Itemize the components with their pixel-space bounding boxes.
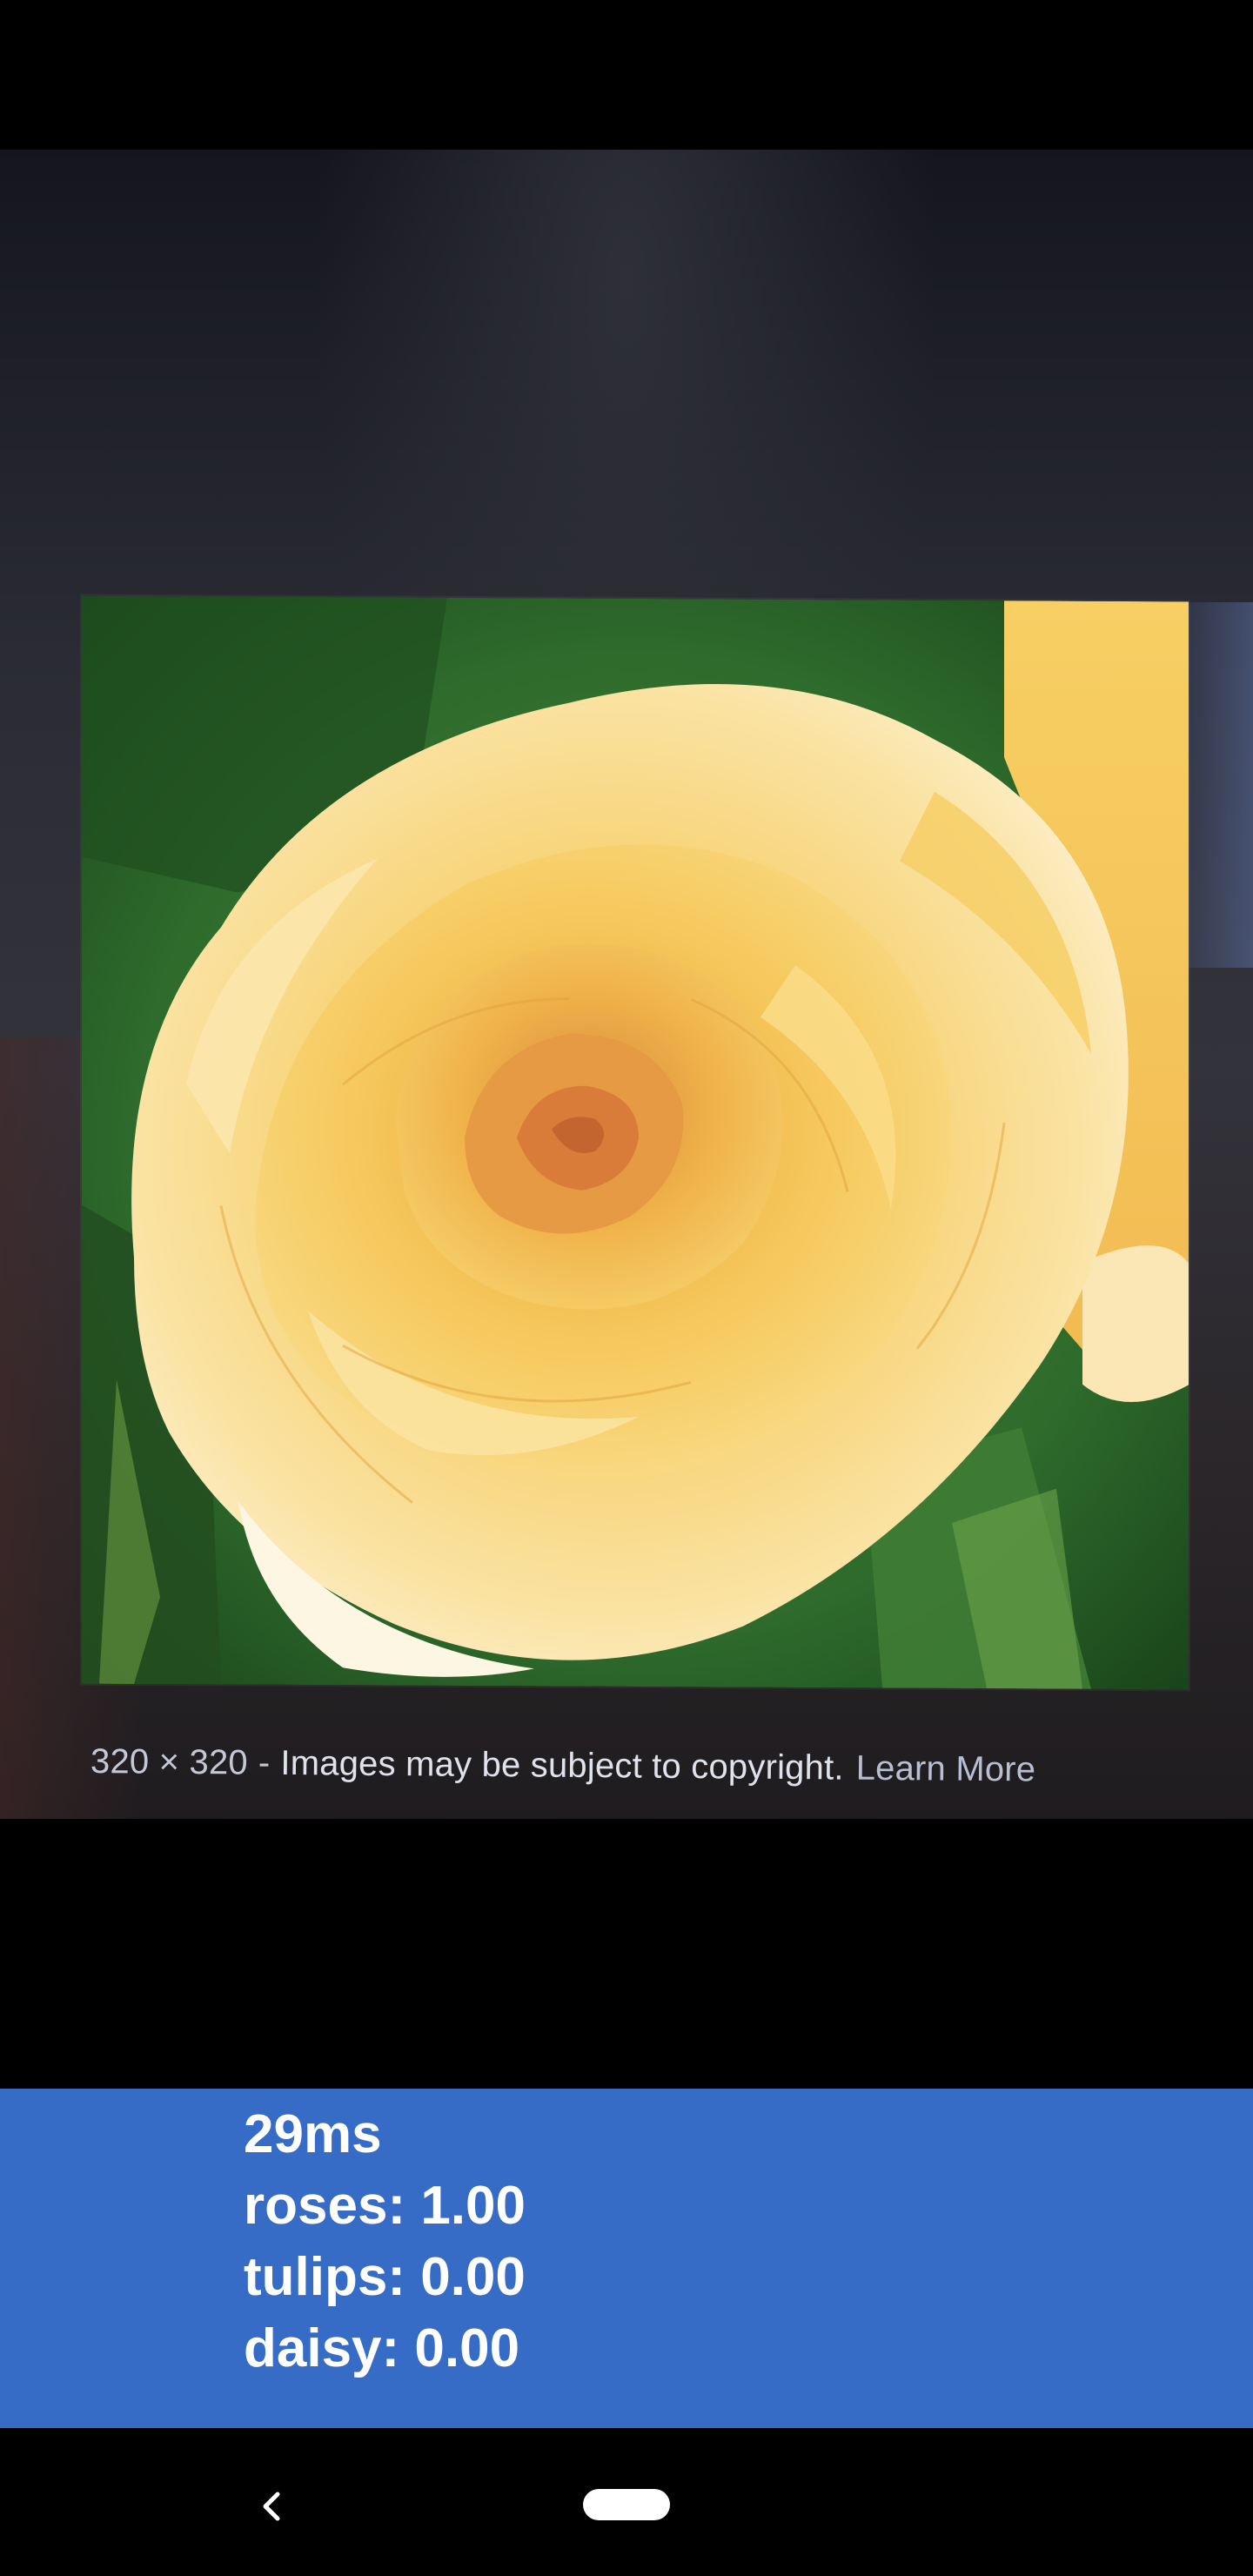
home-button[interactable] <box>583 2489 670 2520</box>
caption-separator: - <box>258 1743 271 1782</box>
back-button[interactable] <box>252 2487 291 2526</box>
result-line-daisy: daisy: 0.00 <box>244 2318 520 2378</box>
result-line-roses: roses: 1.00 <box>244 2176 526 2236</box>
rose-photo <box>82 595 1189 1690</box>
image-caption: 320 × 320- Images may be subject to copyr… <box>90 1742 1036 1789</box>
image-size-label: 320 × 320 <box>90 1742 249 1782</box>
classification-results-panel: 29ms roses: 1.00 tulips: 0.00 daisy: 0.0… <box>0 2089 1253 2428</box>
inference-time-label: 29ms <box>244 2104 382 2164</box>
copyright-notice: Images may be subject to copyright. <box>280 1743 844 1788</box>
chevron-left-icon <box>263 2492 280 2521</box>
result-line-tulips: tulips: 0.00 <box>244 2247 526 2307</box>
learn-more-link: Learn More <box>855 1748 1036 1789</box>
status-bar <box>0 0 1253 150</box>
